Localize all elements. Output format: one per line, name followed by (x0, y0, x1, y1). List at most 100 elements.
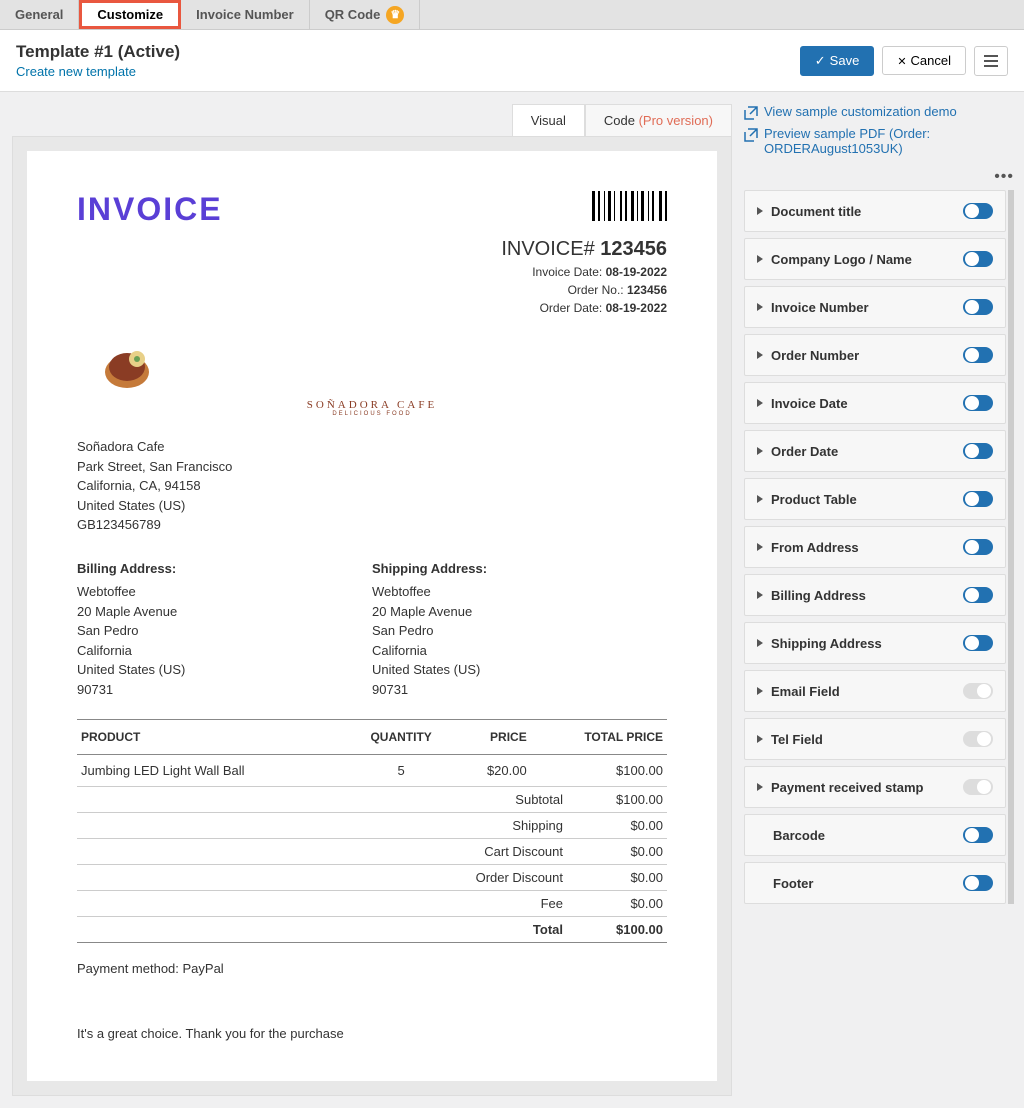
col-total: TOTAL PRICE (531, 720, 667, 755)
panel-label: Order Number (771, 348, 859, 363)
panel-footer[interactable]: Footer (744, 862, 1006, 904)
panel-invoice-number[interactable]: Invoice Number (744, 286, 1006, 328)
expand-arrow-icon (757, 447, 763, 455)
tab-customize[interactable]: Customize (79, 0, 181, 29)
save-button[interactable]: Save (800, 46, 875, 76)
toggle-switch[interactable] (963, 731, 993, 747)
expand-arrow-icon (757, 783, 763, 791)
view-tab-visual[interactable]: Visual (512, 104, 585, 136)
toggle-switch[interactable] (963, 635, 993, 651)
panel-label: Shipping Address (771, 636, 882, 651)
panel-payment-received-stamp[interactable]: Payment received stamp (744, 766, 1006, 808)
demo-link[interactable]: View sample customization demo (744, 104, 1014, 120)
view-tab-code-label: Code (604, 113, 635, 128)
toggle-switch[interactable] (963, 491, 993, 507)
expand-arrow-icon (757, 351, 763, 359)
toggle-switch[interactable] (963, 875, 993, 891)
logo-text: SOÑADORA CAFE (77, 399, 667, 411)
toggle-switch[interactable] (963, 347, 993, 363)
invoice-title: INVOICE (77, 191, 223, 228)
expand-arrow-icon (757, 639, 763, 647)
col-product: PRODUCT (77, 720, 347, 755)
panel-order-number[interactable]: Order Number (744, 334, 1006, 376)
preview-canvas: INVOICE INVOICE# 123456 Invoice Date: 08… (12, 136, 732, 1096)
expand-arrow-icon (757, 543, 763, 551)
expand-arrow-icon (757, 687, 763, 695)
panel-label: Billing Address (771, 588, 866, 603)
panel-company-logo-name[interactable]: Company Logo / Name (744, 238, 1006, 280)
cancel-button[interactable]: Cancel (882, 46, 966, 75)
panel-order-date[interactable]: Order Date (744, 430, 1006, 472)
toggle-switch[interactable] (963, 587, 993, 603)
customization-panels: Document title Company Logo / Name Invoice… (744, 190, 1014, 904)
product-table: PRODUCT QUANTITY PRICE TOTAL PRICE Jumbi… (77, 719, 667, 787)
more-dots-icon[interactable]: ••• (744, 168, 1014, 186)
panel-product-table[interactable]: Product Table (744, 478, 1006, 520)
panel-label: Invoice Date (771, 396, 848, 411)
panel-shipping-address[interactable]: Shipping Address (744, 622, 1006, 664)
panel-from-address[interactable]: From Address (744, 526, 1006, 568)
menu-button[interactable] (974, 46, 1008, 76)
expand-arrow-icon (757, 207, 763, 215)
company-logo: SOÑADORA CAFE DELICIOUS FOOD (77, 329, 667, 417)
preview-pdf-link[interactable]: Preview sample PDF (Order: ORDERAugust10… (744, 126, 1014, 156)
panel-label: Invoice Number (771, 300, 869, 315)
toggle-switch[interactable] (963, 827, 993, 843)
totals-block: Subtotal$100.00Shipping$0.00Cart Discoun… (77, 787, 667, 943)
toggle-switch[interactable] (963, 299, 993, 315)
toggle-switch[interactable] (963, 251, 993, 267)
toggle-switch[interactable] (963, 779, 993, 795)
panel-label: From Address (771, 540, 859, 555)
tab-general[interactable]: General (0, 0, 79, 29)
toggle-switch[interactable] (963, 539, 993, 555)
panel-invoice-date[interactable]: Invoice Date (744, 382, 1006, 424)
logo-icon (97, 337, 157, 392)
totals-row: Fee$0.00 (77, 891, 667, 917)
expand-arrow-icon (757, 303, 763, 311)
payment-method: Payment method: PayPal (77, 961, 667, 976)
view-tab-code[interactable]: Code (Pro version) (585, 104, 732, 136)
invoice-date: Invoice Date: 08-19-2022 (77, 263, 667, 281)
grand-total-row: Total$100.00 (77, 917, 667, 943)
panel-document-title[interactable]: Document title (744, 190, 1006, 232)
col-price: PRICE (456, 720, 531, 755)
hamburger-icon (984, 55, 998, 67)
tab-invoice-number[interactable]: Invoice Number (181, 0, 310, 29)
page-header: Template #1 (Active) Create new template… (0, 30, 1024, 92)
create-template-link[interactable]: Create new template (16, 64, 136, 79)
template-title: Template #1 (Active) (16, 42, 180, 62)
tab-qr-code[interactable]: QR Code ♛ (310, 0, 421, 29)
panel-label: Email Field (771, 684, 840, 699)
barcode-icon (592, 191, 667, 221)
billing-address: Billing Address: Webtoffee20 Maple Avenu… (77, 559, 372, 700)
panel-label: Footer (773, 876, 813, 891)
panel-barcode[interactable]: Barcode (744, 814, 1006, 856)
logo-subtext: DELICIOUS FOOD (77, 411, 667, 417)
expand-arrow-icon (757, 255, 763, 263)
expand-arrow-icon (757, 591, 763, 599)
external-link-icon (744, 128, 758, 142)
table-row: Jumbing LED Light Wall Ball5$20.00$100.0… (77, 755, 667, 787)
expand-arrow-icon (757, 495, 763, 503)
panel-label: Payment received stamp (771, 780, 923, 795)
shipping-address: Shipping Address: Webtoffee20 Maple Aven… (372, 559, 667, 700)
order-date: Order Date: 08-19-2022 (77, 299, 667, 317)
panel-label: Barcode (773, 828, 825, 843)
totals-row: Subtotal$100.00 (77, 787, 667, 813)
totals-row: Shipping$0.00 (77, 813, 667, 839)
toggle-switch[interactable] (963, 443, 993, 459)
panel-label: Tel Field (771, 732, 823, 747)
from-address: Soñadora CafePark Street, San FranciscoC… (77, 437, 667, 535)
toggle-switch[interactable] (963, 395, 993, 411)
external-link-icon (744, 106, 758, 120)
expand-arrow-icon (757, 735, 763, 743)
toggle-switch[interactable] (963, 683, 993, 699)
panel-tel-field[interactable]: Tel Field (744, 718, 1006, 760)
panel-billing-address[interactable]: Billing Address (744, 574, 1006, 616)
panel-email-field[interactable]: Email Field (744, 670, 1006, 712)
crown-icon: ♛ (386, 6, 404, 24)
pro-label: (Pro version) (639, 113, 713, 128)
panel-label: Order Date (771, 444, 838, 459)
toggle-switch[interactable] (963, 203, 993, 219)
invoice-number-display: INVOICE# 123456 (77, 238, 667, 261)
